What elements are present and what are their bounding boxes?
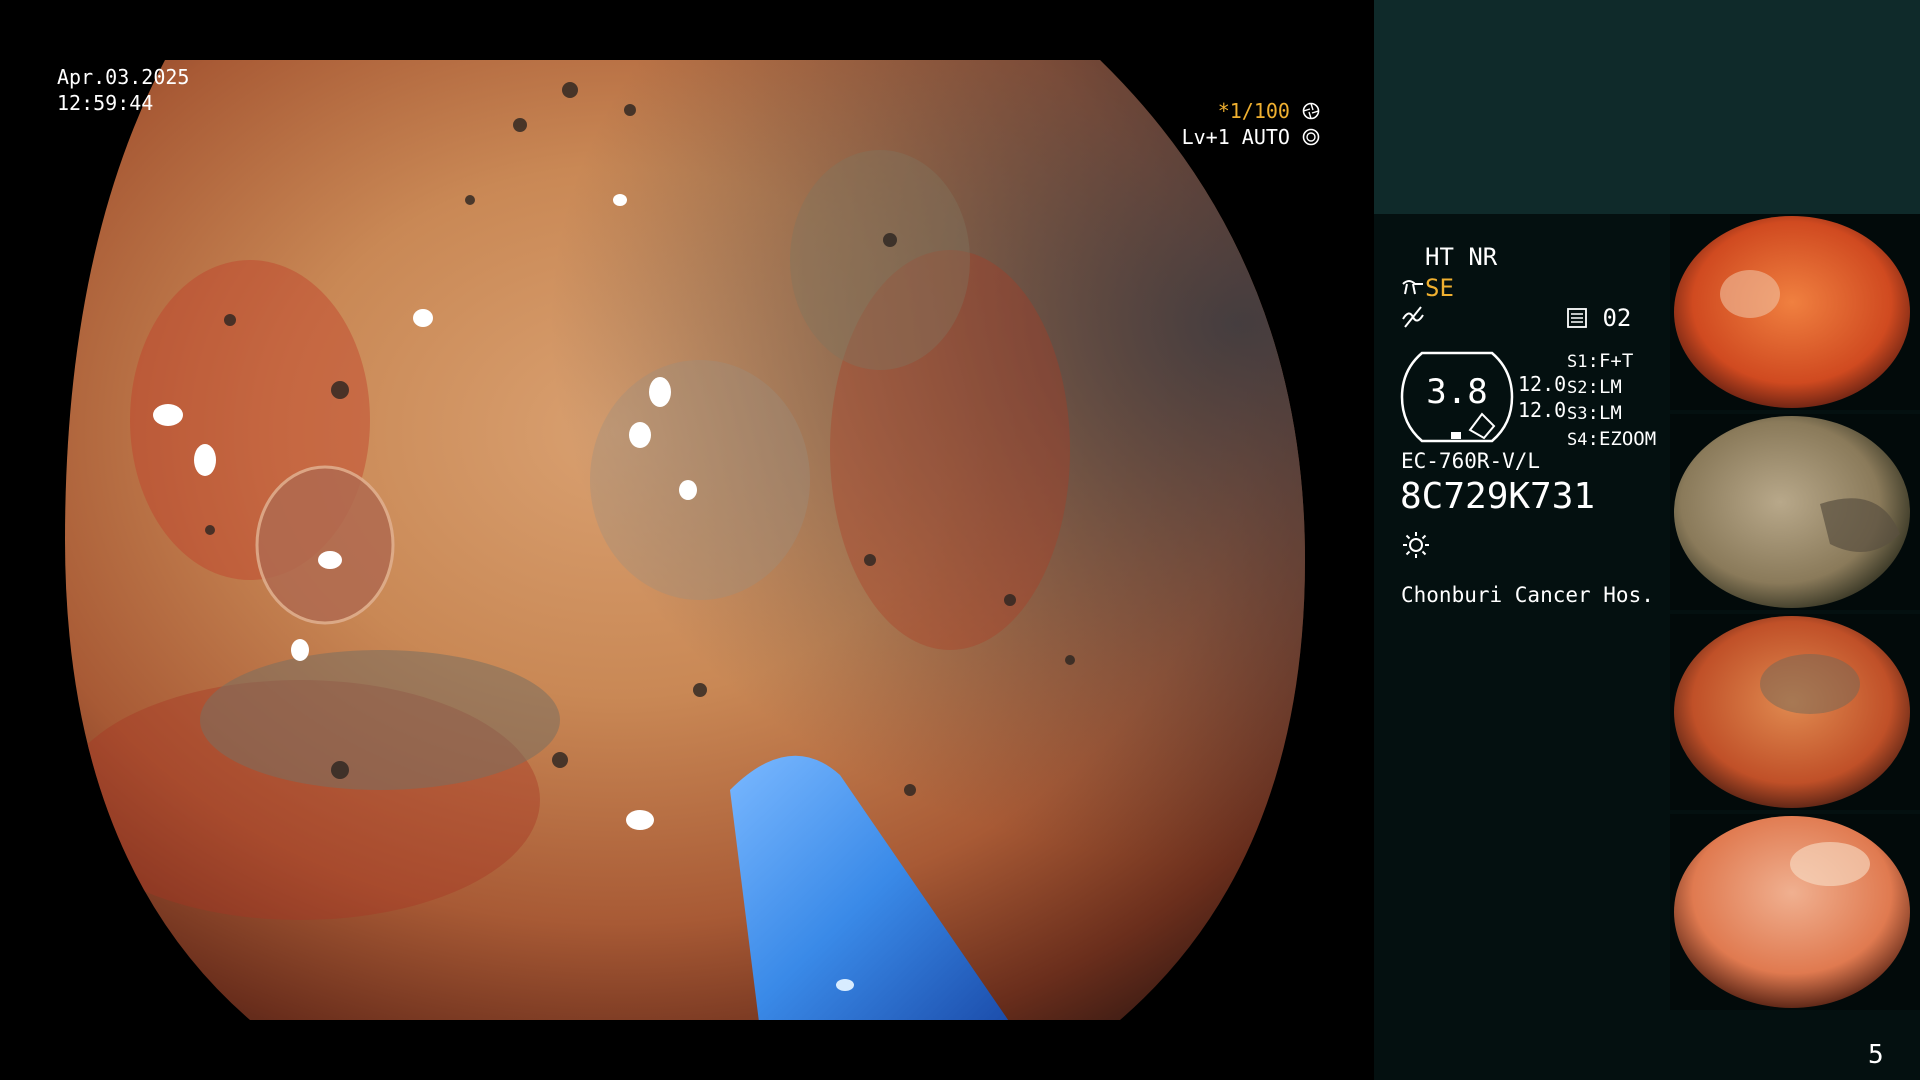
switch-s3: S3:LM [1567, 402, 1622, 424]
shutter-speed: *1/100 [1217, 99, 1290, 123]
memory-icon [1567, 308, 1587, 328]
structure-enhance-icon [1402, 280, 1423, 295]
gain-1: 12.0 [1518, 372, 1567, 396]
date-text: Apr.03.2025 [57, 65, 190, 89]
thumbnail-1[interactable] [1670, 214, 1920, 410]
switch-s1: S1:F+T [1567, 350, 1634, 372]
memory-slot: 02 [1602, 304, 1632, 332]
page-number: 5 [1868, 1040, 1884, 1070]
thumbnail-1-image [1674, 216, 1910, 408]
aperture-icon [1302, 102, 1320, 120]
iris-icon [1302, 128, 1320, 146]
gain-values: 12.0 12.0 [1518, 371, 1566, 423]
thumbnail-2[interactable] [1670, 414, 1920, 610]
thumbnail-3-image [1674, 616, 1910, 808]
no-signal-icon [1402, 306, 1424, 328]
date-time: Apr.03.2025 12:59:44 [57, 64, 189, 116]
scope-model: EC-760R-V/L [1401, 449, 1541, 473]
scope-serial: 8C729K731 [1400, 476, 1596, 517]
light-icon [1403, 532, 1429, 558]
thumbnail-4[interactable] [1670, 814, 1920, 1010]
ht-nr-label: HT NR [1425, 243, 1498, 271]
switch-list: S1:F+T S2:LM S3:LM S4:EZOOM [1567, 349, 1656, 453]
level-auto: Lv+1 AUTO [1181, 125, 1290, 149]
zoom-value: 3.8 [1426, 372, 1488, 412]
se-label: SE [1425, 274, 1454, 302]
hospital-name: Chonburi Cancer Hos. [1401, 583, 1654, 607]
thumbnail-2-image [1674, 416, 1910, 608]
memory-row: 02 [1566, 304, 1631, 332]
switch-s4: S4:EZOOM [1567, 428, 1657, 450]
exposure-info: *1/100 Lv+1 AUTO [1182, 98, 1320, 150]
gain-2: 12.0 [1518, 398, 1567, 422]
thumbnail-3[interactable] [1670, 614, 1920, 810]
switch-s2: S2:LM [1567, 376, 1622, 398]
endoscope-image [65, 60, 1305, 1020]
thumbnail-4-image [1674, 816, 1910, 1008]
panel-header [1374, 0, 1920, 214]
time-text: 12:59:44 [57, 91, 154, 115]
se-row: SE [1401, 274, 1454, 302]
